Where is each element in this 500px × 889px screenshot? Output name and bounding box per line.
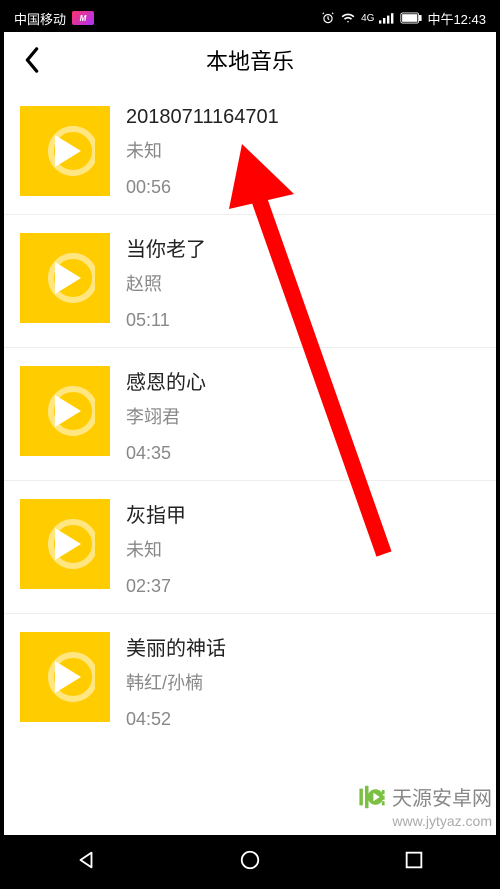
back-button[interactable]: [16, 44, 48, 76]
chevron-left-icon: [23, 47, 41, 73]
song-artist: 未知: [126, 137, 279, 163]
circle-home-icon: [239, 849, 261, 871]
song-thumbnail: [20, 233, 110, 323]
nav-home-button[interactable]: [230, 840, 270, 880]
play-icon: [35, 514, 95, 574]
song-title: 美丽的神话: [126, 632, 226, 661]
song-info: 感恩的心 李翊君 04:35: [126, 366, 206, 464]
song-artist: 未知: [126, 536, 186, 562]
song-list-item[interactable]: 20180711164701 未知 00:56: [4, 88, 496, 215]
play-icon: [35, 647, 95, 707]
battery-icon: [400, 12, 422, 24]
play-icon: [35, 121, 95, 181]
play-icon: [35, 248, 95, 308]
status-right: 4G 中午12:43: [321, 9, 486, 28]
watermark-logo-icon: [358, 783, 386, 811]
song-artist: 韩红/孙楠: [126, 669, 226, 695]
watermark-url: www.jytyaz.com: [358, 813, 492, 829]
song-artist: 李翊君: [126, 403, 206, 429]
system-nav-bar: [4, 835, 496, 885]
page-title: 本地音乐: [16, 44, 484, 76]
song-title: 20180711164701: [126, 106, 279, 129]
watermark-text: 天源安卓网: [392, 782, 492, 811]
song-thumbnail: [20, 632, 110, 722]
network-label: 4G: [361, 13, 374, 24]
square-recent-icon: [403, 849, 425, 871]
song-info: 20180711164701 未知 00:56: [126, 106, 279, 198]
song-thumbnail: [20, 106, 110, 196]
song-info: 当你老了 赵照 05:11: [126, 233, 206, 331]
song-title: 灰指甲: [126, 499, 186, 528]
song-duration: 02:37: [126, 576, 186, 597]
song-duration: 00:56: [126, 177, 279, 198]
signal-icon: [379, 12, 395, 24]
screen: 中国移动 M 4G 中午12:43: [4, 4, 496, 885]
song-list-item[interactable]: 美丽的神话 韩红/孙楠 04:52: [4, 614, 496, 746]
clock: 中午12:43: [427, 9, 486, 28]
play-icon: [35, 381, 95, 441]
app-header: 本地音乐: [4, 32, 496, 88]
status-left: 中国移动 M: [14, 9, 94, 28]
song-list: 20180711164701 未知 00:56 当你老了 赵照 05:11: [4, 88, 496, 746]
song-artist: 赵照: [126, 270, 206, 296]
status-bar: 中国移动 M 4G 中午12:43: [4, 4, 496, 32]
song-duration: 05:11: [126, 310, 206, 331]
watermark: 天源安卓网 www.jytyaz.com: [358, 782, 492, 829]
song-thumbnail: [20, 366, 110, 456]
wifi-icon: [340, 11, 356, 25]
song-info: 灰指甲 未知 02:37: [126, 499, 186, 597]
triangle-back-icon: [75, 849, 97, 871]
nav-back-button[interactable]: [66, 840, 106, 880]
song-duration: 04:35: [126, 443, 206, 464]
alarm-icon: [321, 11, 335, 25]
song-thumbnail: [20, 499, 110, 589]
app-badge-icon: M: [72, 11, 94, 25]
song-info: 美丽的神话 韩红/孙楠 04:52: [126, 632, 226, 730]
song-list-item[interactable]: 当你老了 赵照 05:11: [4, 215, 496, 348]
song-list-item[interactable]: 感恩的心 李翊君 04:35: [4, 348, 496, 481]
nav-recent-button[interactable]: [394, 840, 434, 880]
song-title: 当你老了: [126, 233, 206, 262]
phone-frame: 中国移动 M 4G 中午12:43: [0, 0, 500, 889]
song-list-item[interactable]: 灰指甲 未知 02:37: [4, 481, 496, 614]
song-duration: 04:52: [126, 709, 226, 730]
carrier-label: 中国移动: [14, 9, 66, 28]
song-title: 感恩的心: [126, 366, 206, 395]
